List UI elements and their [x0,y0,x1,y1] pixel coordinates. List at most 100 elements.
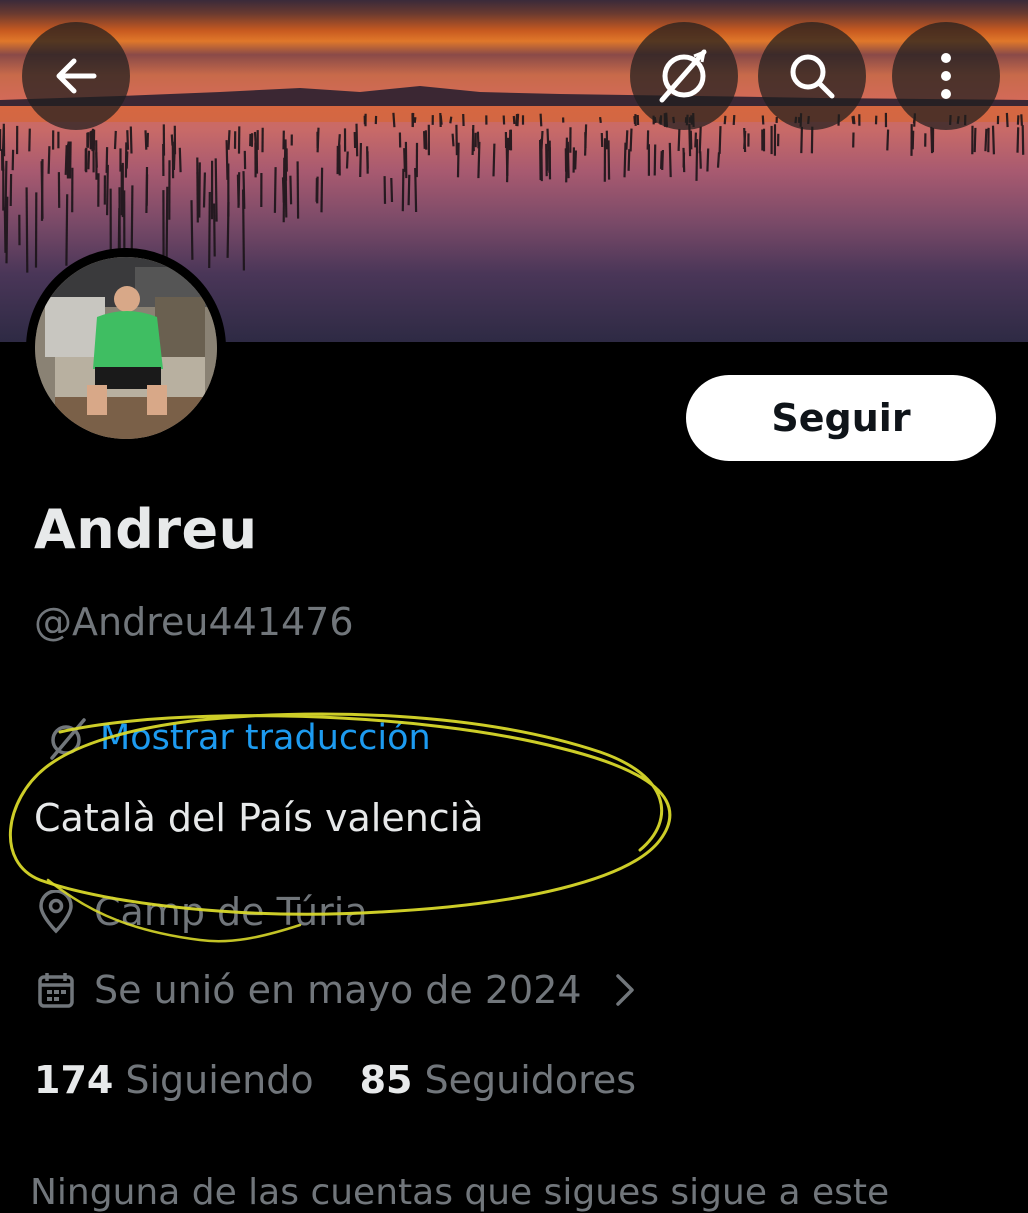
translate-off-icon [654,46,714,106]
banner-stake [347,152,348,169]
banner-stake [88,132,89,148]
banner-stake [507,138,508,182]
banner-stake [626,130,627,149]
banner-stake [720,126,721,154]
banner-stake [662,150,663,170]
banner-stake [204,173,205,208]
banner-stake [70,142,71,179]
banner-stake [49,146,50,174]
banner-stake [66,145,67,175]
banner-stake [238,175,239,206]
banner-stake [357,124,358,157]
banner-stake [695,133,696,148]
banner-stake [1021,114,1022,125]
profile-location: Camp de Túria [34,890,368,934]
calendar-icon [36,970,76,1010]
banner-stake [585,124,586,155]
banner-stake [1007,113,1008,127]
banner-stake [450,117,451,124]
banner-stake [801,127,802,153]
location-text: Camp de Túria [94,890,368,934]
banner-stake [290,176,291,205]
banner-stake [424,131,425,149]
banner-stake [115,131,116,149]
banner-stake [1018,127,1019,152]
show-translation-link[interactable]: Mostrar traducción [44,716,431,760]
profile-joined[interactable]: Se unió en mayo de 2024 [34,968,640,1012]
banner-stake [913,131,914,150]
banner-stake [679,129,680,151]
banner-stake [426,130,427,149]
banner-stake [216,158,217,221]
banner-stake [360,143,361,177]
banner-stake [5,207,6,253]
location-pin-icon [36,890,76,934]
banner-stake [409,175,410,205]
more-options-button[interactable] [892,22,1000,130]
banner-stake [575,151,576,170]
back-button[interactable] [22,22,130,130]
banner-stake [631,129,632,152]
banner-stake [209,192,210,268]
banner-stake [214,204,215,257]
banner-stake [725,116,726,124]
banner-stake [517,114,518,126]
banner-stake [931,127,932,153]
banner-stake [29,129,30,152]
banner-stake [456,125,457,155]
profile-bio: Català del País valencià [34,796,484,840]
avatar-photo [35,257,217,439]
banner-stake [473,125,474,155]
banner-stake [283,177,284,202]
followers-link[interactable]: 85 Seguidores [360,1058,637,1102]
search-icon [784,48,840,104]
banner-stake [403,169,404,211]
banner-stake [734,115,735,125]
banner-stake [453,134,454,147]
avatar[interactable] [26,248,226,448]
banner-stake [1018,115,1019,124]
banner-stake [3,149,4,171]
followers-count: 85 [360,1058,413,1102]
banner-stake [707,149,708,172]
translate-icon [44,716,88,760]
banner-stake [670,143,671,177]
following-count: 174 [34,1058,113,1102]
banner-stake [415,168,416,212]
banner-stake [718,152,719,167]
banner-stake [600,117,601,123]
banner-stake [1023,125,1024,155]
follow-button[interactable]: Seguir [686,375,996,461]
banner-stake [298,161,299,218]
translate-button[interactable] [630,22,738,130]
banner-stake [458,143,459,178]
following-link[interactable]: 174 Siguiendo [34,1058,314,1102]
followers-label: Seguidores [425,1058,637,1102]
banner-stake [146,130,147,149]
banner-stake [413,113,414,127]
translate-label: Mostrar traducción [100,718,431,758]
banner-stake [322,168,323,213]
banner-stake [415,117,416,123]
banner-stake [478,142,479,178]
banner-stake [275,167,276,213]
banner-stake [7,197,8,264]
banner-stake [107,165,108,215]
banner-stake [700,127,701,154]
banner-stake [494,144,495,177]
banner-stake [127,130,128,150]
banner-stake [625,143,626,178]
banner-stake [655,145,656,176]
search-button[interactable] [758,22,866,130]
banner-stake [700,151,701,168]
banner-stake [66,194,67,265]
banner-stake [42,159,43,221]
banner-stake [127,151,128,168]
banner-stake [541,139,542,181]
banner-stake [243,190,244,271]
banner-stake [174,150,175,170]
profile-name: Andreu [34,498,258,561]
banner-stake [27,187,28,272]
joined-text: Se unió en mayo de 2024 [94,968,582,1012]
banner-stake [887,130,888,151]
